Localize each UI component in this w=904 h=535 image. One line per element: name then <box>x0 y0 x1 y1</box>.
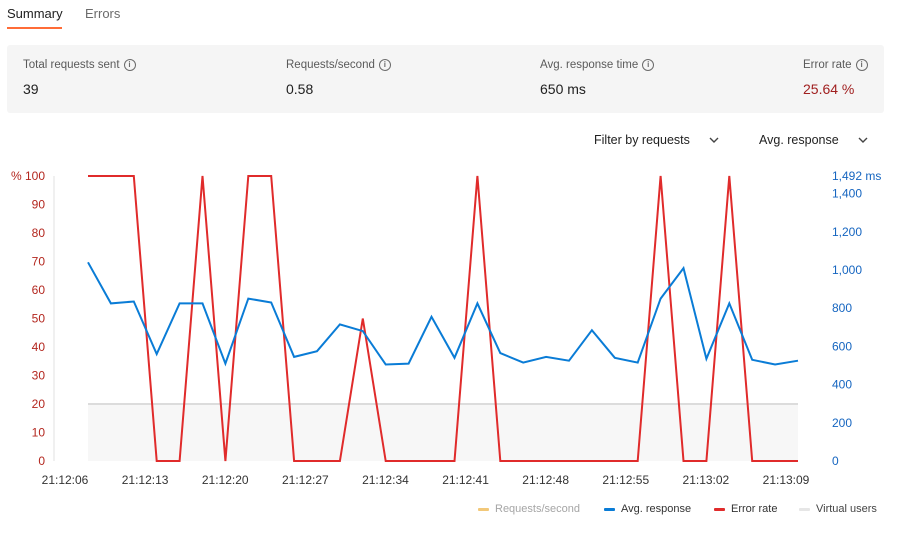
left-tick-label: 0 <box>38 454 45 468</box>
left-tick-label: % 100 <box>11 169 45 183</box>
x-tick-label: 21:13:09 <box>763 473 810 487</box>
legend-item-error-rate[interactable]: Error rate <box>714 503 777 515</box>
right-tick-label: 0 <box>832 454 839 468</box>
metric-select-label: Avg. response <box>759 133 839 147</box>
legend-swatch <box>478 507 489 511</box>
legend-label: Error rate <box>731 503 778 515</box>
left-tick-label: 40 <box>32 340 46 354</box>
left-tick-label: 30 <box>32 369 46 383</box>
metric-error-rate: Error rate i 25.64 % <box>803 59 868 97</box>
metric-label: Total requests sent <box>23 59 120 71</box>
tab-bar: Summary Errors <box>0 0 904 30</box>
legend-swatch <box>604 507 615 511</box>
tab-errors[interactable]: Errors <box>78 6 127 30</box>
metric-value: 25.64 % <box>803 81 855 97</box>
legend-item-requests-second[interactable]: Requests/second <box>478 503 580 515</box>
left-tick-label: 10 <box>32 426 46 440</box>
right-tick-label: 400 <box>832 378 852 392</box>
legend-label: Avg. response <box>621 503 692 515</box>
metric-label: Error rate <box>803 59 852 71</box>
legend-label: Virtual users <box>816 503 877 515</box>
summary-panel: Total requests sent i 39 Requests/second… <box>7 45 884 113</box>
metric-select-dropdown[interactable]: Avg. response <box>759 133 869 147</box>
x-tick-label: 21:12:13 <box>122 473 169 487</box>
left-tick-label: 50 <box>32 312 46 326</box>
legend-label: Requests/second <box>495 503 580 515</box>
metric-requests-per-second: Requests/second i 0.58 <box>286 59 391 97</box>
filter-requests-label: Filter by requests <box>594 133 690 147</box>
x-tick-label: 21:12:27 <box>282 473 329 487</box>
metric-value: 0.58 <box>286 81 314 97</box>
left-tick-label: 70 <box>32 255 46 269</box>
performance-chart: % 100 90 80 70 60 50 40 30 20 10 0 1,492 ms 1,400 1,2… <box>11 169 881 487</box>
legend-swatch <box>799 507 810 511</box>
chevron-down-icon <box>709 137 719 143</box>
virtual-users-area <box>88 404 798 461</box>
left-tick-label: 60 <box>32 283 46 297</box>
right-tick-label: 1,200 <box>832 225 862 239</box>
x-tick-label: 21:12:48 <box>522 473 569 487</box>
right-tick-label: 1,492 ms <box>832 169 881 183</box>
info-icon[interactable]: i <box>855 59 868 71</box>
metric-label: Avg. response time <box>540 59 639 71</box>
x-tick-label: 21:12:41 <box>442 473 489 487</box>
right-tick-label: 200 <box>832 416 852 430</box>
info-icon[interactable]: i <box>378 59 391 71</box>
left-tick-label: 90 <box>32 198 46 212</box>
info-icon[interactable]: i <box>123 59 136 71</box>
chevron-down-icon <box>858 137 868 143</box>
metric-label: Requests/second <box>286 59 375 71</box>
metric-value: 39 <box>23 81 39 97</box>
x-tick-label: 21:13:02 <box>683 473 730 487</box>
left-tick-label: 20 <box>32 397 46 411</box>
x-tick-label: 21:12:34 <box>362 473 409 487</box>
right-tick-label: 1,400 <box>832 187 862 201</box>
active-tab-indicator <box>7 27 62 29</box>
legend-item-virtual-users[interactable]: Virtual users <box>799 503 877 515</box>
metric-total-requests: Total requests sent i 39 <box>23 59 136 97</box>
filter-requests-dropdown[interactable]: Filter by requests <box>594 133 720 147</box>
metric-value: 650 ms <box>540 81 586 97</box>
x-tick-label: 21:12:55 <box>602 473 649 487</box>
info-icon[interactable]: i <box>642 59 655 71</box>
right-tick-label: 800 <box>832 301 852 315</box>
legend-item-avg-response[interactable]: Avg. response <box>604 503 691 515</box>
right-tick-label: 600 <box>832 339 852 353</box>
legend-swatch <box>714 507 725 511</box>
x-tick-label: 21:12:20 <box>202 473 249 487</box>
metric-avg-response-time: Avg. response time i 650 ms <box>540 59 655 97</box>
right-tick-label: 1,000 <box>832 263 862 277</box>
x-tick-label: 21:12:06 <box>42 473 89 487</box>
left-tick-label: 80 <box>32 226 46 240</box>
